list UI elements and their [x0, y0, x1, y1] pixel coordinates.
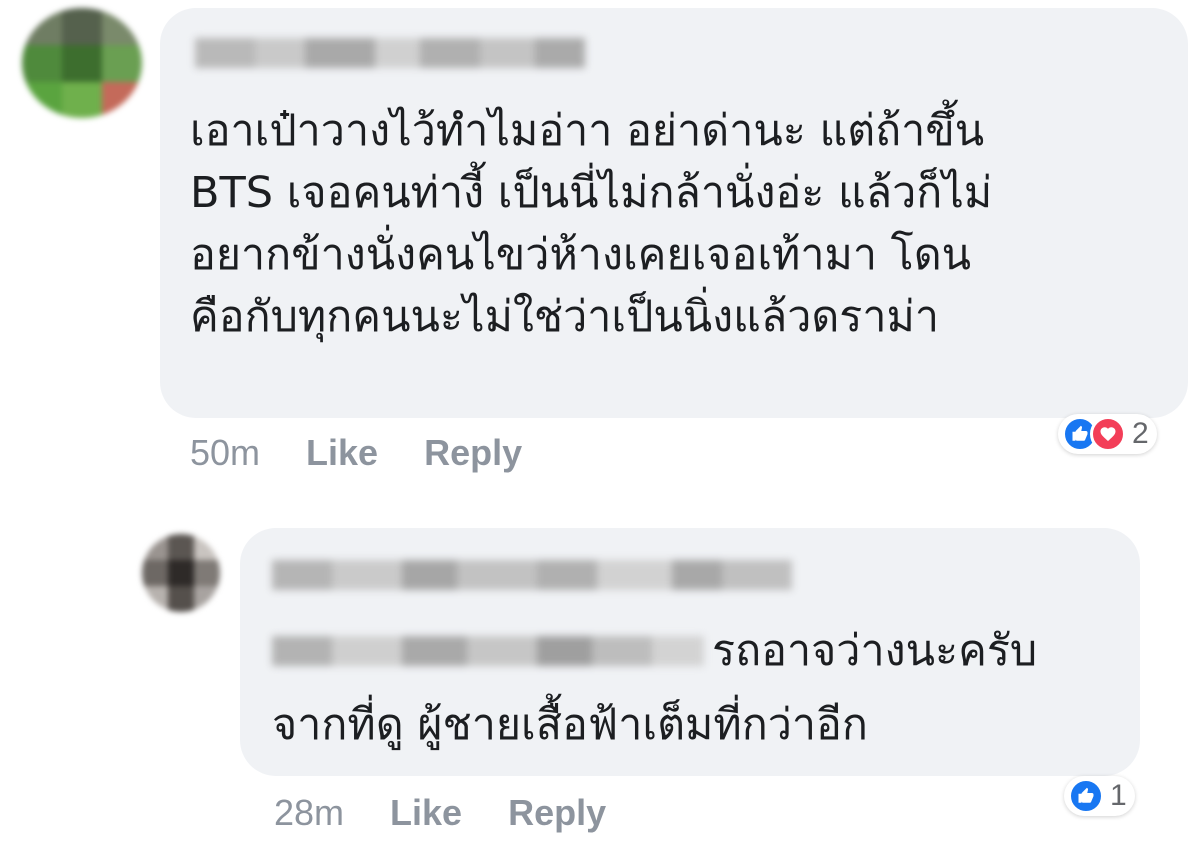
- avatar[interactable]: [22, 8, 142, 118]
- redacted-text: [272, 636, 704, 671]
- author-name-redacted[interactable]: [195, 38, 585, 68]
- reaction-count: 1: [1110, 779, 1127, 812]
- like-button[interactable]: Like: [306, 432, 378, 474]
- like-icon: [1068, 778, 1104, 814]
- reply-button[interactable]: Reply: [424, 432, 522, 474]
- reaction-summary[interactable]: 2: [1058, 414, 1157, 454]
- author-name-redacted[interactable]: [272, 560, 792, 590]
- reply-button[interactable]: Reply: [508, 792, 606, 834]
- comment-time[interactable]: 50m: [190, 432, 260, 474]
- avatar[interactable]: [142, 534, 220, 612]
- comment-actions: 28m Like Reply: [274, 792, 606, 834]
- comment-actions: 50m Like Reply: [190, 432, 522, 474]
- comment-text: เอาเป๋าวางไว้ทำไมอ่าา อย่าด่านะ แต่ถ้าขึ…: [190, 106, 993, 342]
- comment-text-line1: รถอาจว่างนะครับ: [712, 626, 1038, 676]
- reaction-summary[interactable]: 1: [1064, 776, 1135, 816]
- reaction-count: 2: [1132, 417, 1149, 450]
- comment-text-line2: จากที่ดู ผู้ชายเสื้อฟ้าเต็มที่กว่าอีก: [272, 700, 868, 750]
- comment-time[interactable]: 28m: [274, 792, 344, 834]
- like-button[interactable]: Like: [390, 792, 462, 834]
- love-icon: [1090, 416, 1126, 452]
